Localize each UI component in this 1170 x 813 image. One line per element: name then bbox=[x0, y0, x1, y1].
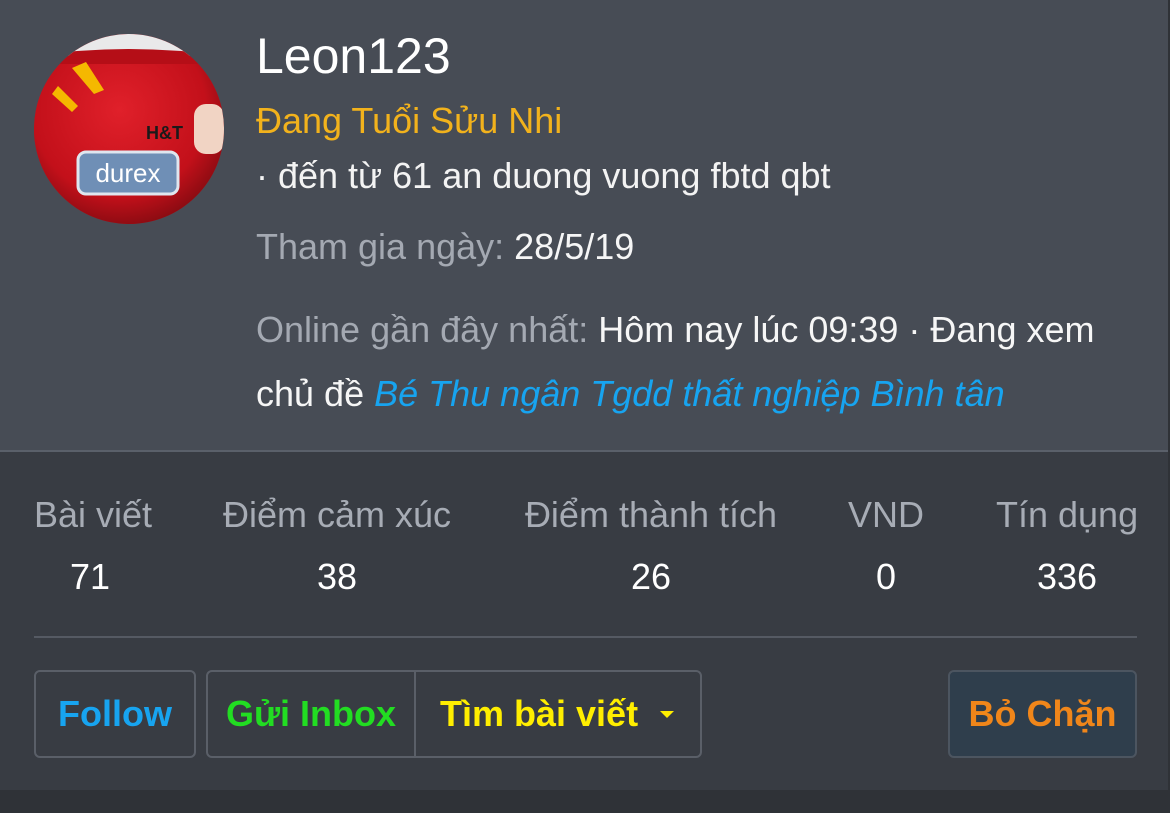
user-title: Đang Tuổi Sửu Nhi bbox=[256, 100, 563, 141]
last-online-label: Online gần đây nhất: bbox=[256, 309, 589, 350]
find-posts-button[interactable]: Tìm bài viết bbox=[416, 672, 700, 756]
unblock-button[interactable]: Bỏ Chặn bbox=[948, 670, 1137, 758]
find-posts-label: Tìm bài viết bbox=[440, 693, 639, 734]
stat-value: 26 bbox=[630, 556, 672, 597]
viewing-thread-link[interactable]: Bé Thu ngân Tgdd thất nghiệp Bình tân bbox=[374, 373, 1004, 414]
stat-value: 0 bbox=[875, 556, 897, 597]
stat-vnd[interactable]: VND 0 bbox=[848, 494, 924, 598]
member-header: H&T durex Leon123 Đang Tuổi Sửu Nhi · đế… bbox=[0, 0, 1168, 452]
action-button-group: Gửi Inbox Tìm bài viết bbox=[206, 670, 702, 758]
avatar-brand-text: durex bbox=[95, 158, 160, 188]
stat-label: Điểm cảm xúc bbox=[222, 494, 452, 535]
stat-label: Điểm thành tích bbox=[524, 494, 778, 535]
stat-value: 38 bbox=[316, 556, 358, 597]
join-date-row: Tham gia ngày: 28/5/19 bbox=[256, 226, 634, 268]
user-location: · đến từ 61 an duong vuong fbtd qbt bbox=[256, 155, 831, 196]
avatar[interactable]: H&T durex bbox=[34, 34, 224, 224]
stat-value: 336 bbox=[1036, 556, 1098, 597]
stat-label: Bài viết bbox=[34, 494, 153, 535]
svg-text:H&T: H&T bbox=[146, 123, 183, 143]
member-stats: Bài viết 71 Điểm cảm xúc 38 Điểm thành t… bbox=[0, 452, 1168, 790]
last-online-row: Online gần đây nhất: Hôm nay lúc 09:39 ·… bbox=[256, 298, 1146, 426]
caret-down-icon bbox=[660, 710, 675, 718]
join-date-value: 28/5/19 bbox=[514, 226, 635, 267]
join-date-label: Tham gia ngày: bbox=[256, 226, 505, 267]
username[interactable]: Leon123 bbox=[256, 28, 451, 84]
stat-trophy-points[interactable]: Điểm thành tích 26 bbox=[524, 494, 778, 598]
follow-button[interactable]: Follow bbox=[34, 670, 196, 758]
stat-credit[interactable]: Tín dụng 336 bbox=[996, 494, 1138, 598]
send-inbox-button[interactable]: Gửi Inbox bbox=[208, 672, 416, 756]
stat-posts[interactable]: Bài viết 71 bbox=[34, 494, 153, 598]
stat-label: Tín dụng bbox=[996, 494, 1139, 535]
stat-value: 71 bbox=[69, 556, 111, 597]
stat-reactions[interactable]: Điểm cảm xúc 38 bbox=[222, 494, 452, 598]
stats-divider bbox=[34, 636, 1137, 638]
avatar-image: H&T durex bbox=[34, 34, 224, 224]
stat-label: VND bbox=[848, 494, 925, 535]
member-card: H&T durex Leon123 Đang Tuổi Sửu Nhi · đế… bbox=[0, 0, 1168, 790]
